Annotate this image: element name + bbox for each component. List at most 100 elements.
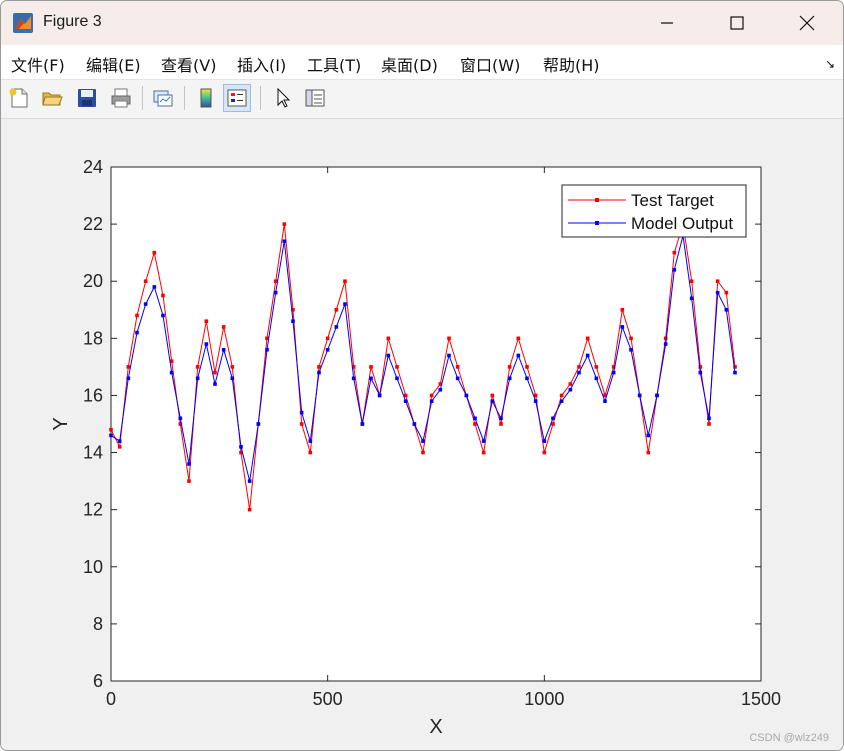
data-point-model-output xyxy=(126,376,131,381)
edit-plot-button[interactable] xyxy=(269,84,297,112)
data-point-model-output xyxy=(698,370,703,375)
data-point-model-output xyxy=(239,445,243,449)
data-point-test-target xyxy=(715,279,720,284)
menu-dock-arrow-icon[interactable]: ↘ xyxy=(825,57,835,71)
data-point-test-target xyxy=(646,450,651,455)
data-point-model-output xyxy=(559,399,564,403)
data-point-model-output xyxy=(499,416,503,421)
close-icon xyxy=(799,15,815,31)
insert-legend-button[interactable] xyxy=(223,84,251,112)
data-point-model-output xyxy=(516,353,521,358)
link-plot-icon xyxy=(153,90,173,107)
data-point-model-output xyxy=(629,347,633,352)
data-point-test-target xyxy=(109,427,113,432)
open-file-button[interactable] xyxy=(38,84,66,112)
insert-colorbar-button[interactable] xyxy=(192,84,220,112)
data-point-test-target xyxy=(221,325,226,329)
data-point-model-output xyxy=(525,376,529,381)
menu-view[interactable]: 查看(V) xyxy=(161,52,216,76)
new-figure-icon xyxy=(9,88,28,108)
menu-insert[interactable]: 插入(I) xyxy=(237,52,286,76)
data-point-model-output xyxy=(724,307,729,312)
y-tick-label: 6 xyxy=(93,671,103,691)
data-point-model-output xyxy=(733,370,737,375)
data-point-model-output xyxy=(689,296,694,301)
data-point-test-target xyxy=(455,365,460,369)
data-point-model-output xyxy=(230,376,235,381)
data-point-model-output xyxy=(377,393,382,398)
data-point-test-target xyxy=(585,336,590,341)
data-point-test-target xyxy=(429,393,434,398)
data-point-model-output xyxy=(568,387,573,392)
data-point-model-output xyxy=(273,290,278,295)
data-point-test-target xyxy=(195,365,200,369)
toolbar-separator xyxy=(260,86,261,110)
data-point-test-target xyxy=(135,313,139,318)
title-bar: Figure 3 xyxy=(1,1,843,45)
legend-label: Test Target xyxy=(631,191,714,210)
data-point-test-target xyxy=(620,307,625,312)
print-button[interactable] xyxy=(107,84,135,112)
menu-desktop[interactable]: 桌面(D) xyxy=(381,52,438,76)
data-point-test-target xyxy=(559,393,564,398)
save-button[interactable] xyxy=(73,84,101,112)
property-inspector-icon xyxy=(305,89,325,107)
data-point-model-output xyxy=(533,399,538,403)
matlab-icon xyxy=(13,13,33,33)
y-tick-label: 24 xyxy=(83,157,103,177)
y-tick-label: 10 xyxy=(83,557,103,577)
link-plot-button[interactable] xyxy=(149,84,177,112)
data-point-test-target xyxy=(308,450,313,455)
watermark: CSDN @wlz249 xyxy=(749,732,829,744)
figure-window: Figure 3 文件(F) 编辑(E) 查看(V) 插入(I) 工具(T) 桌… xyxy=(0,0,844,751)
x-tick-label: 1000 xyxy=(524,689,564,709)
data-point-test-target xyxy=(299,422,304,426)
menu-tools[interactable]: 工具(T) xyxy=(307,52,361,76)
edit-plot-arrow-icon xyxy=(277,87,291,108)
data-point-test-target xyxy=(126,365,131,369)
data-point-test-target xyxy=(395,365,399,369)
data-point-model-output xyxy=(195,376,200,381)
figure-toolbar xyxy=(1,80,843,119)
data-point-model-output xyxy=(265,347,269,352)
data-point-model-output xyxy=(447,353,451,358)
property-inspector-button[interactable] xyxy=(301,84,329,112)
close-button[interactable] xyxy=(772,1,842,45)
data-point-test-target xyxy=(672,250,677,255)
menu-file[interactable]: 文件(F) xyxy=(11,52,65,76)
data-point-model-output xyxy=(455,376,460,381)
data-point-test-target xyxy=(204,319,209,323)
data-point-test-target xyxy=(490,393,495,398)
data-point-model-output xyxy=(637,393,642,398)
data-point-test-target xyxy=(707,422,711,426)
data-point-model-output xyxy=(412,422,417,426)
legend-label: Model Output xyxy=(631,214,733,233)
data-point-model-output xyxy=(403,399,408,403)
data-point-test-target xyxy=(282,222,287,226)
data-point-test-target xyxy=(447,336,451,341)
data-point-test-target xyxy=(421,450,425,455)
data-point-test-target xyxy=(525,365,529,369)
x-tick-label: 1500 xyxy=(741,689,781,709)
minimize-button[interactable] xyxy=(632,1,702,45)
maximize-button[interactable] xyxy=(702,1,772,45)
data-point-model-output xyxy=(204,342,209,346)
plot-area[interactable]: 0 500 1000 1500 6 8 10 12 14 16 18 20 22 24 X Y Test Tar… xyxy=(1,119,843,750)
y-tick-label: 22 xyxy=(83,214,103,234)
data-point-model-output xyxy=(343,302,347,306)
menu-window[interactable]: 窗口(W) xyxy=(460,52,520,76)
data-point-model-output xyxy=(611,370,616,375)
y-tick-label: 18 xyxy=(83,328,103,348)
menu-help[interactable]: 帮助(H) xyxy=(543,52,600,76)
new-figure-button[interactable] xyxy=(5,84,33,112)
data-point-test-target xyxy=(499,422,503,426)
data-point-test-target xyxy=(594,365,599,369)
data-point-model-output xyxy=(135,330,139,335)
menu-edit[interactable]: 编辑(E) xyxy=(86,52,141,76)
data-point-test-target xyxy=(247,507,252,512)
menu-bar: 文件(F) 编辑(E) 查看(V) 插入(I) 工具(T) 桌面(D) 窗口(W… xyxy=(1,45,843,80)
data-point-test-target xyxy=(386,336,391,341)
data-point-model-output xyxy=(351,376,356,381)
data-point-model-output xyxy=(464,393,469,398)
data-point-model-output xyxy=(646,433,651,438)
